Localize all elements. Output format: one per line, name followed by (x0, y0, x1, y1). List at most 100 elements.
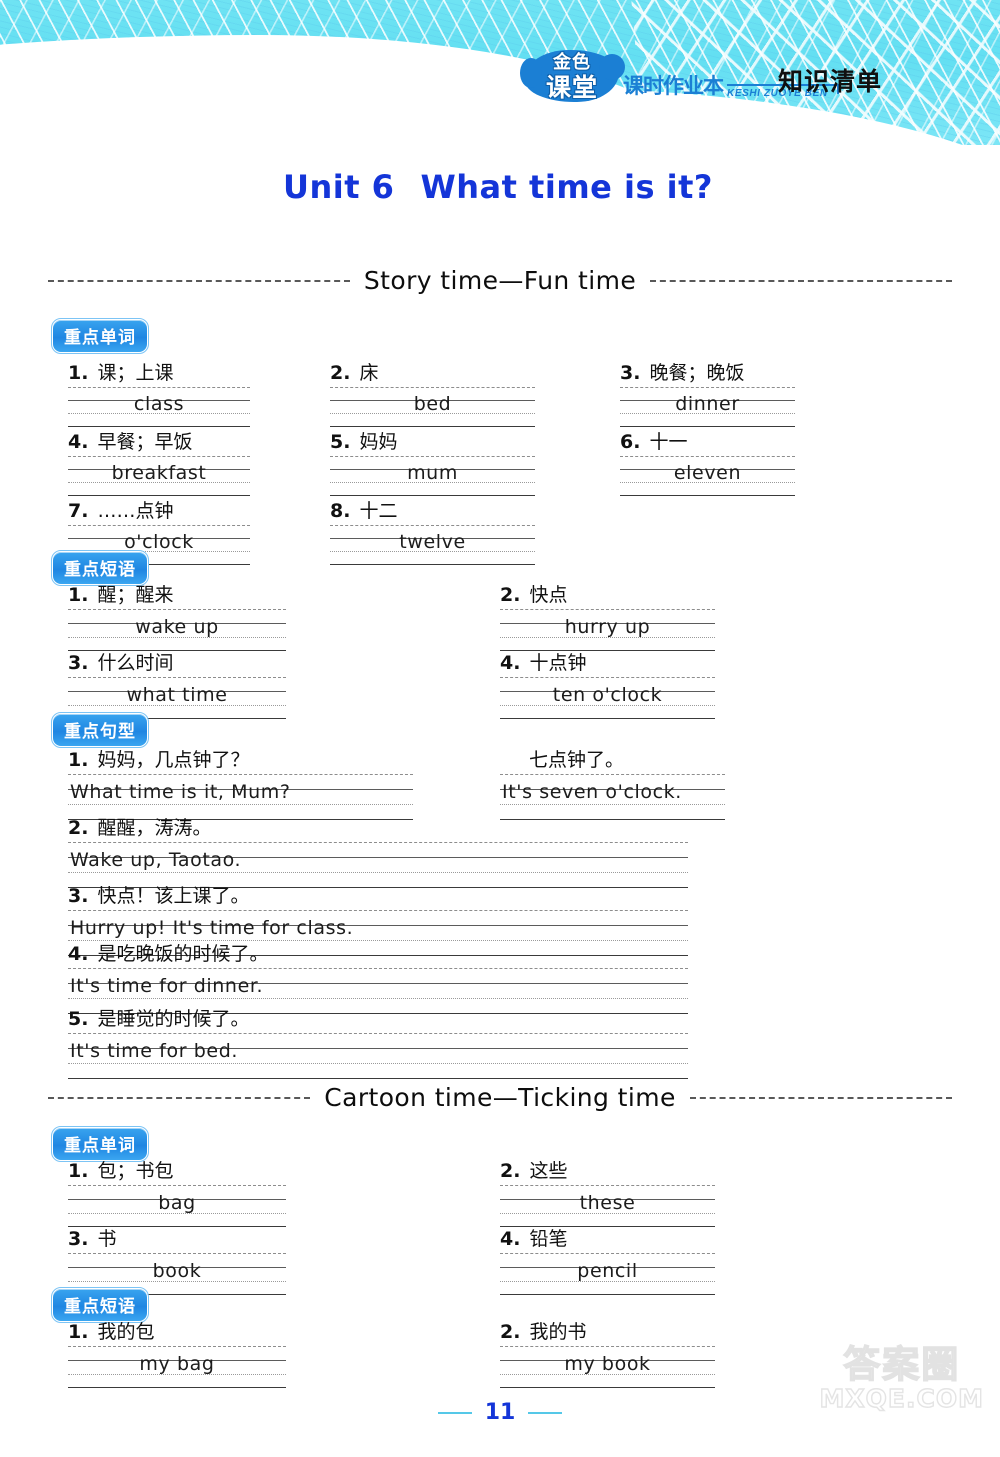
entry-chinese-prompt: 醒；醒来 (97, 584, 174, 606)
vocab-entry: 1. 醒；醒来 wake up (68, 580, 286, 651)
entry-header: 3. 晚餐；晚饭 (620, 358, 795, 385)
guide-line-bottom (68, 1387, 286, 1388)
guide-line-top (68, 1033, 688, 1034)
entry-chinese-prompt: 十一 (649, 431, 688, 453)
section-badge: 重点单词 (51, 318, 149, 354)
handwritten-answer: Hurry up! It's time for class. (70, 917, 354, 940)
section-divider-label: Cartoon time—Ticking time (324, 1083, 676, 1112)
writing-guide-lines: my bag (68, 1346, 286, 1388)
entry-header: 6. 十一 (620, 427, 795, 454)
guide-line-mid (68, 872, 688, 874)
guide-line-bottom (330, 564, 535, 565)
guide-line-top (68, 910, 688, 911)
logo-line2: 课堂 (545, 73, 598, 102)
entry-header: 4. 十点钟 (500, 648, 715, 675)
vocab-entry: 1. 包；书包 bag (68, 1156, 286, 1227)
handwritten-answer: It's time for bed. (70, 1040, 238, 1063)
vocab-entry: 1. 课；上课 class (68, 358, 250, 427)
guide-line-bottom (68, 1078, 688, 1079)
entry-chinese-prompt: 是吃晚饭的时候了。 (97, 943, 269, 965)
guide-line-mid (68, 1063, 688, 1065)
vocab-entry: 3. 什么时间 what time (68, 648, 286, 719)
handwritten-answer: eleven (673, 462, 742, 485)
vocab-entry: 3. 晚餐；晚饭 dinner (620, 358, 795, 427)
entry-number: 4. (500, 652, 521, 674)
entry-chinese-prompt: 七点钟了。 (529, 749, 625, 771)
entry-chinese-prompt: 课；上课 (97, 362, 174, 384)
entry-number: 3. (68, 652, 89, 674)
guide-line-top (68, 1185, 286, 1186)
entry-number: 3. (68, 1228, 89, 1250)
section-divider: Cartoon time—Ticking time (48, 1083, 953, 1112)
entry-number: 3. (620, 362, 641, 384)
entry-number: 5. (68, 1008, 89, 1030)
vocab-entry: 2. 床 bed (330, 358, 535, 427)
entry-header: 7. ……点钟 (68, 496, 250, 523)
section-badge: 重点句型 (51, 712, 149, 748)
entry-chinese-prompt: 快点！该上课了。 (97, 885, 250, 907)
handwritten-answer: what time (126, 683, 228, 706)
entry-header: 七点钟了。 (500, 745, 725, 772)
section-divider-label: Story time—Fun time (363, 266, 637, 295)
guide-line-top (330, 456, 535, 457)
entry-number: 8. (330, 500, 351, 522)
entry-chinese-prompt: 什么时间 (97, 652, 174, 674)
vocab-entry: 8. 十二 twelve (330, 496, 535, 565)
entry-number: 2. (500, 1321, 521, 1343)
guide-line-top (68, 1346, 286, 1347)
writing-guide-lines: ten o'clock (500, 677, 715, 719)
entry-number: 5. (330, 431, 351, 453)
guide-line-top (330, 525, 535, 526)
entry-number: 1. (68, 1321, 89, 1343)
handwritten-answer: What time is it, Mum? (70, 781, 291, 804)
vocab-entry: 2. 快点 hurry up (500, 580, 715, 651)
footer-rule-left (437, 1412, 472, 1414)
writing-guide-lines: my book (500, 1346, 715, 1388)
guide-line-top (500, 1253, 715, 1254)
writing-guide-lines: mum (330, 456, 535, 496)
handwritten-answer: my book (564, 1352, 651, 1375)
writing-guide-lines: wake up (68, 609, 286, 651)
entry-header: 1. 包；书包 (68, 1156, 286, 1183)
writing-guide-lines: bag (68, 1185, 286, 1227)
entry-header: 4. 早餐；早饭 (68, 427, 250, 454)
entry-header: 1. 我的包 (68, 1317, 286, 1344)
unit-number: Unit 6 (283, 168, 395, 206)
entry-chinese-prompt: 醒醒，涛涛。 (97, 817, 212, 839)
vocab-entry: 4. 十点钟 ten o'clock (500, 648, 715, 719)
guide-line-top (68, 677, 286, 678)
guide-line-top (68, 525, 250, 526)
entry-chinese-prompt: 书 (97, 1228, 117, 1250)
handwritten-answer: my bag (139, 1352, 215, 1375)
handwritten-answer: book (152, 1259, 202, 1282)
writing-guide-lines: breakfast (68, 456, 250, 496)
divider-dash-left (48, 1096, 311, 1099)
guide-line-top (500, 609, 715, 610)
guide-line-top (68, 842, 688, 843)
banner-title: 知识清单 (778, 67, 883, 96)
entry-header: 5. 是睡觉的时候了。 (68, 1004, 688, 1031)
handwritten-answer: It's time for dinner. (70, 975, 264, 998)
handwritten-answer: hurry up (564, 615, 651, 638)
entry-number: 2. (500, 584, 521, 606)
entry-header: 2. 床 (330, 358, 535, 385)
guide-line-top (500, 774, 725, 775)
entry-header: 2. 醒醒，涛涛。 (68, 813, 688, 840)
entry-header: 1. 妈妈，几点钟了？ (68, 745, 413, 772)
writing-guide-lines: dinner (620, 387, 795, 427)
writing-guide-lines: bed (330, 387, 535, 427)
divider-dash-right (650, 279, 953, 282)
entry-number: 1. (68, 1160, 89, 1182)
guide-line-mid (68, 998, 688, 1000)
page-number: 11 (484, 1400, 516, 1425)
entry-number: 4. (68, 431, 89, 453)
vocab-entry: 5. 妈妈 mum (330, 427, 535, 496)
entry-header: 2. 快点 (500, 580, 715, 607)
handwritten-answer: twelve (399, 531, 466, 554)
entry-number: 2. (68, 817, 89, 839)
entry-chinese-prompt: 妈妈，几点钟了？ (97, 749, 250, 771)
writing-guide-lines: hurry up (500, 609, 715, 651)
vocab-entry: 4. 是吃晚饭的时候了。 It's time for dinner. (68, 939, 688, 1014)
page-title: Unit 6 What time is it? (283, 168, 713, 206)
vocab-entry: 4. 早餐；早饭 breakfast (68, 427, 250, 496)
